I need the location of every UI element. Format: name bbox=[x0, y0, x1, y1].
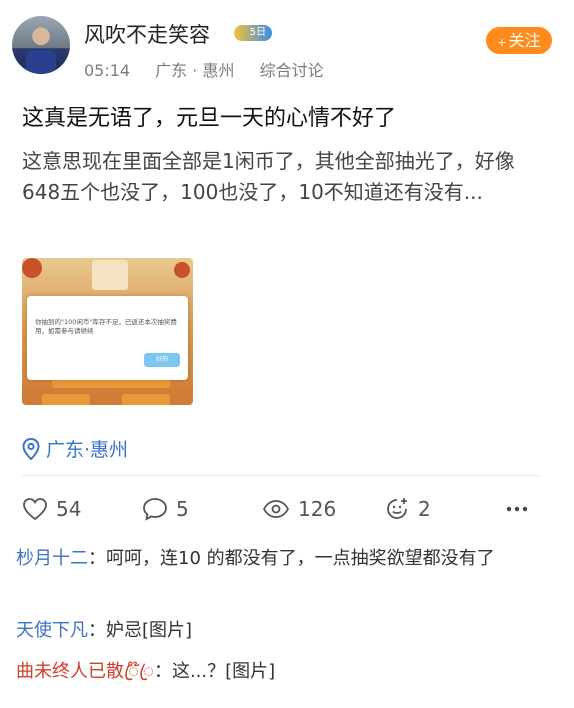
post-title: 这真是无语了，元旦一天的心情不好了 bbox=[22, 106, 397, 131]
views-indicator: 126 bbox=[262, 494, 336, 524]
post-section[interactable]: 综合讨论 bbox=[260, 61, 324, 80]
heart-icon bbox=[23, 498, 47, 521]
post-content: 这意思现在里面全部是1闲币了，其他全部抽光了，好像648五个也没了，100也没了… bbox=[22, 149, 515, 204]
plus-icon: + bbox=[497, 36, 507, 49]
author-avatar[interactable] bbox=[12, 16, 70, 74]
reaction-button[interactable]: 2 bbox=[384, 494, 431, 524]
follow-label: 关注 bbox=[508, 31, 541, 50]
more-dots-icon bbox=[506, 506, 528, 512]
follow-button[interactable]: + 关注 bbox=[486, 27, 552, 54]
commenter-name[interactable]: 天使下凡 bbox=[16, 620, 88, 641]
image-dialog-ok: 好的 bbox=[144, 353, 180, 367]
comment-colon: ： bbox=[88, 620, 106, 641]
comment-item[interactable]: 天使下凡：妒忌[图片] bbox=[16, 616, 556, 646]
decor-lantern-left bbox=[22, 258, 42, 278]
action-bar: 54 5 126 2 bbox=[22, 494, 552, 524]
author-name[interactable]: 风吹不走笑容 bbox=[84, 19, 210, 49]
views-count: 126 bbox=[298, 497, 337, 521]
commenter-name[interactable]: 杪月十二 bbox=[16, 548, 88, 569]
comment-bubble-icon bbox=[143, 498, 167, 521]
location-pin-icon bbox=[22, 437, 40, 460]
divider bbox=[22, 475, 540, 476]
smiley-icon bbox=[387, 498, 407, 519]
comment-colon: ： bbox=[88, 548, 106, 569]
post-meta: 05:14 广东 · 惠州 综合讨论 bbox=[84, 57, 344, 81]
image-button-right bbox=[122, 394, 170, 405]
location-text: 广东·惠州 bbox=[46, 439, 129, 461]
comment-button[interactable]: 5 bbox=[142, 494, 189, 524]
comment-text: 这...？[图片] bbox=[171, 661, 276, 682]
image-dialog: 你抽到的"100闲币"库存不足，已返还本次抽奖费用，如需参与请继续 好的 bbox=[27, 296, 188, 380]
image-dialog-message: 你抽到的"100闲币"库存不足，已返还本次抽奖费用，如需参与请继续 bbox=[35, 318, 177, 335]
location-tag[interactable]: 广东·惠州 bbox=[22, 435, 128, 462]
reaction-count: 2 bbox=[418, 497, 431, 521]
decor-lantern-right bbox=[174, 262, 190, 278]
comment-item[interactable]: 杪月十二：呵呵，连10 的都没有了，一点抽奖欲望都没有了 bbox=[16, 544, 556, 574]
eye-icon bbox=[262, 500, 290, 518]
comment-colon: ： bbox=[153, 661, 172, 682]
avatar-figure bbox=[26, 50, 56, 74]
post-image[interactable]: 你抽到的"100闲币"库存不足，已返还本次抽奖费用，如需参与请继续 好的 bbox=[22, 258, 193, 405]
level-badge: 5日 bbox=[234, 25, 272, 41]
commenter-name[interactable]: 曲未终人已散ꦿ໊ꦿ bbox=[16, 661, 154, 682]
like-button[interactable]: 54 bbox=[22, 494, 81, 524]
comment-item[interactable]: 曲未终人已散ꦿ໊ꦿ：这...？[图片] bbox=[16, 657, 556, 687]
image-button-left bbox=[42, 394, 90, 405]
like-count: 54 bbox=[56, 497, 82, 521]
comment-count: 5 bbox=[176, 497, 189, 521]
post-time: 05:14 bbox=[84, 61, 131, 80]
author-location: 广东 · 惠州 bbox=[155, 61, 235, 80]
comment-text: 呵呵，连10 的都没有了，一点抽奖欲望都没有了 bbox=[106, 548, 495, 569]
comment-text: 妒忌[图片] bbox=[106, 620, 193, 641]
more-button[interactable] bbox=[506, 494, 536, 524]
gift-box-graphic bbox=[92, 260, 128, 290]
